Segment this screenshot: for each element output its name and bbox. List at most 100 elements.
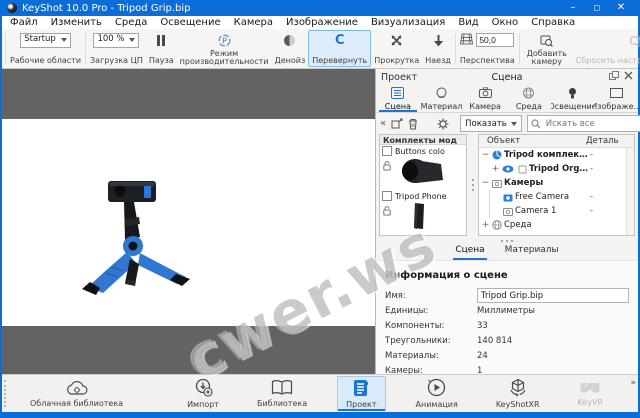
menu-view[interactable]: Вид	[458, 17, 478, 28]
menu-lighting[interactable]: Освещение	[160, 17, 220, 28]
tab-scene[interactable]: Сцена	[376, 85, 420, 112]
show-filter-dropdown[interactable]: Показать	[460, 115, 522, 132]
visibility-eye-icon[interactable]	[502, 165, 514, 173]
workspaces-dropdown[interactable]: Startup Рабочие области	[7, 30, 84, 67]
scene-subtabs: Сцена Материалы	[376, 245, 638, 260]
model-set-checkbox[interactable]	[382, 191, 392, 201]
cpu-usage-label: Загрузка ЦП	[90, 57, 143, 66]
title-bar: KeyShot 10.0 Pro - Tripod Grip.bip – ◻ ✕	[2, 0, 638, 16]
project-panel-header: Сцена Проект	[376, 69, 638, 85]
tab-label: Камера	[469, 102, 501, 111]
group-icon	[518, 165, 527, 174]
viewport-letterbox-bottom	[2, 326, 375, 374]
tree-row-camera-1[interactable]: Camera 1 -	[489, 204, 634, 218]
flip-button[interactable]: C Перевернуть	[308, 30, 371, 67]
expand-icon[interactable]: +	[491, 164, 500, 174]
tree-row-label: Tripod Organized	[529, 164, 590, 174]
gear-icon[interactable]	[437, 118, 449, 130]
performance-mode-button[interactable]: P Режим производительности	[177, 30, 272, 67]
ribbon-item-keyvr: KeyVR	[570, 377, 612, 411]
chevron-down-icon	[129, 38, 135, 42]
model-set-item[interactable]: Buttons colo	[380, 145, 466, 190]
tree-row-cameras[interactable]: − Камеры	[479, 176, 634, 190]
lock-icon[interactable]	[383, 156, 391, 175]
lock-icon[interactable]	[383, 201, 391, 220]
menu-edit[interactable]: Изменить	[51, 17, 102, 28]
ribbon-item-animation[interactable]: Анимация	[408, 377, 466, 411]
app-window: KeyShot 10.0 Pro - Tripod Grip.bip – ◻ ✕…	[0, 0, 640, 418]
tab-image[interactable]: Изображе...	[594, 85, 638, 112]
close-button[interactable]: ✕	[609, 0, 633, 16]
collapse-panel-icon[interactable]: «	[380, 118, 386, 129]
dolly-label: Наезд	[425, 57, 451, 66]
minimize-button[interactable]: –	[561, 0, 585, 16]
column-object[interactable]: Объект	[487, 136, 586, 146]
project-tabs: Сцена Материал Камера Среда Освещение	[376, 85, 638, 113]
menu-camera[interactable]: Камера	[234, 17, 273, 28]
tab-material[interactable]: Материал	[420, 85, 464, 112]
collapse-icon[interactable]: −	[481, 178, 490, 188]
ribbon-item-project[interactable]: Проект	[337, 376, 385, 411]
collapse-icon[interactable]: −	[481, 150, 490, 160]
tree-row-model-set[interactable]: − Tripod комплект модели -	[479, 148, 634, 162]
info-label: Единицы:	[385, 306, 477, 316]
menu-image[interactable]: Изображение	[286, 17, 358, 28]
realtime-viewport[interactable]	[2, 69, 375, 374]
keyshot-app-icon	[7, 3, 17, 13]
tab-lighting[interactable]: Освещение	[551, 85, 595, 112]
scrollbar[interactable]	[626, 148, 634, 235]
horizontal-splitter[interactable]	[376, 236, 638, 245]
tripod-grip-model[interactable]	[78, 179, 198, 308]
pause-button[interactable]: Пауза	[146, 30, 177, 67]
menu-render[interactable]: Визуализация	[371, 17, 445, 28]
splitter-handle[interactable]	[469, 134, 476, 236]
flip-icon: C	[335, 34, 345, 47]
scene-name-input[interactable]	[477, 288, 629, 303]
ribbon-item-cloud-library[interactable]: Облачная библиотека	[22, 377, 131, 411]
dolly-button[interactable]: Наезд	[422, 30, 454, 67]
separator	[85, 33, 86, 64]
tree-row-label: Tripod комплект модели	[504, 150, 590, 160]
tree-row-environment[interactable]: + Среда	[479, 218, 634, 232]
column-detail[interactable]: Деталь	[586, 136, 630, 146]
model-set-checkbox[interactable]	[382, 146, 392, 156]
ribbon-drag-handle[interactable]	[4, 380, 8, 407]
expand-icon[interactable]: +	[481, 220, 490, 230]
undock-panel-icon[interactable]	[609, 71, 619, 83]
tree-row-free-camera[interactable]: Free Camera -	[489, 190, 634, 204]
close-panel-icon[interactable]	[624, 71, 633, 83]
tree-row-tripod-organized[interactable]: + Tripod Organized -	[489, 162, 634, 176]
add-model-set-icon[interactable]	[391, 118, 403, 130]
ribbon-overflow-button[interactable]: »	[630, 378, 636, 388]
cpu-usage-dropdown[interactable]: 100 % Загрузка ЦП	[87, 30, 146, 67]
keyshotxr-icon	[508, 378, 528, 399]
subtab-scene[interactable]: Сцена	[453, 245, 486, 260]
perspective-input[interactable]	[476, 33, 514, 47]
denoise-button[interactable]: Денойз	[271, 30, 308, 67]
menu-file[interactable]: Файл	[10, 17, 38, 28]
model-set-item[interactable]: Tripod Phone	[380, 190, 466, 235]
animation-icon	[427, 378, 446, 399]
tumble-button[interactable]: Прокрутка	[371, 30, 422, 67]
menu-help[interactable]: Справка	[531, 17, 575, 28]
info-value: 1	[477, 366, 482, 375]
add-camera-button[interactable]: Добавить камеру	[521, 30, 573, 67]
maximize-button[interactable]: ◻	[585, 0, 609, 16]
ribbon-item-keyshotxr[interactable]: KeyShotXR	[488, 377, 548, 411]
cpu-usage-value: 100 %	[97, 35, 124, 44]
cloud-library-icon	[65, 379, 89, 398]
tab-camera[interactable]: Камера	[463, 85, 507, 112]
ribbon-item-library[interactable]: Библиотека	[249, 377, 315, 411]
perspective-label: Перспектива	[460, 57, 515, 66]
tab-environment[interactable]: Среда	[507, 85, 551, 112]
ribbon-item-import[interactable]: Импорт	[179, 377, 227, 411]
search-input[interactable]	[544, 118, 640, 130]
subtab-materials[interactable]: Материалы	[503, 245, 561, 260]
model-set-label: Buttons colo	[395, 147, 445, 156]
main-area: Сцена Проект Сцена М	[2, 69, 638, 374]
scene-tree: Объект Деталь − Tripod комплект модели -…	[478, 134, 635, 236]
delete-icon[interactable]	[408, 118, 418, 130]
scene-info-section: Информация о сцене Имя: Единицы: Миллиме…	[376, 260, 638, 374]
menu-environment[interactable]: Среда	[115, 17, 148, 28]
menu-window[interactable]: Окно	[492, 17, 519, 28]
